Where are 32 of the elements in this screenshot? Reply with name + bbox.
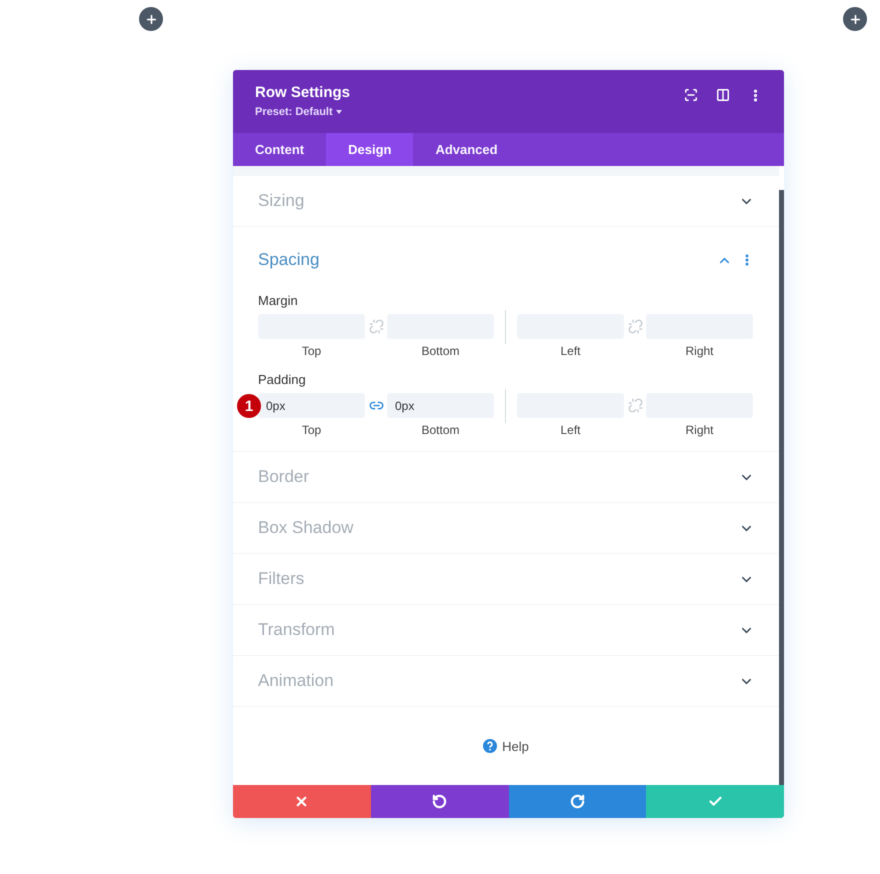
plus-icon — [144, 12, 158, 26]
tab[interactable]: Content — [233, 133, 326, 166]
field-caption: Top — [300, 423, 322, 437]
field-caption: Right — [684, 423, 714, 437]
input-field[interactable]: 0px — [387, 393, 494, 418]
help-link[interactable]: Help — [483, 738, 529, 754]
tab[interactable]: Advanced — [413, 133, 520, 166]
group-label: Margin — [258, 293, 299, 308]
field-caption: Right — [684, 344, 714, 358]
undo-icon — [432, 794, 448, 809]
close-icon — [294, 794, 310, 809]
field-caption: Bottom — [420, 423, 460, 437]
caret-icon — [336, 110, 342, 114]
section-title[interactable]: Spacing — [258, 250, 320, 270]
plus-icon — [848, 12, 862, 26]
scrollbar[interactable] — [779, 190, 784, 785]
add-button[interactable] — [139, 7, 163, 31]
group-label: Padding — [258, 372, 307, 387]
add-button[interactable] — [843, 7, 867, 31]
input-field[interactable]: 0px — [258, 393, 365, 418]
field-caption: Top — [300, 344, 322, 358]
window-title: Row Settings — [255, 84, 350, 101]
undo-button[interactable] — [370, 785, 508, 818]
field-caption: Bottom — [420, 344, 460, 358]
redo-icon — [570, 794, 585, 809]
fullscreen-icon[interactable] — [682, 86, 700, 104]
field-caption: Left — [559, 344, 582, 358]
help-icon — [483, 739, 498, 753]
preset-dropdown[interactable]: Preset: Default — [255, 106, 350, 118]
field-caption: Left — [559, 423, 582, 437]
tab[interactable]: Design — [326, 133, 414, 166]
split-view-icon[interactable] — [714, 86, 732, 104]
